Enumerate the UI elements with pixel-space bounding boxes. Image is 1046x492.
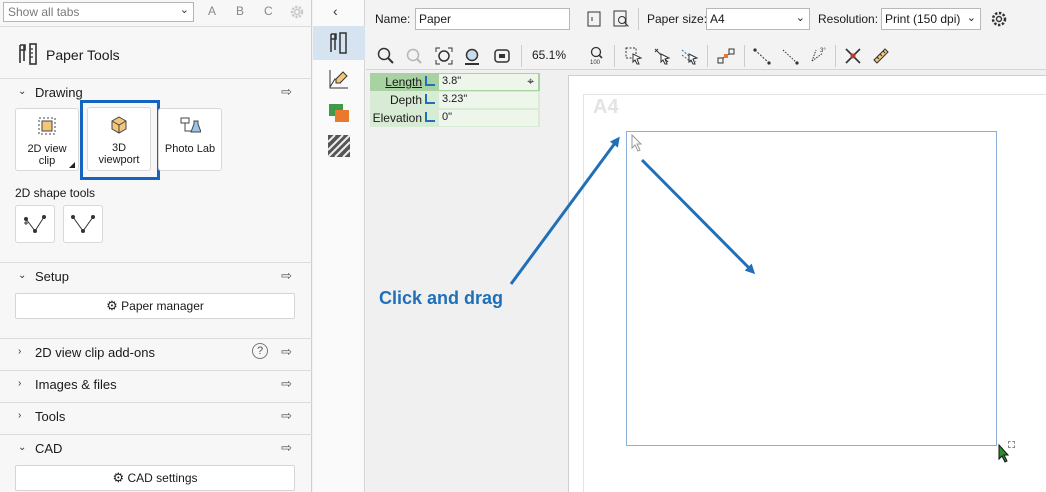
add-vertex-button[interactable]: [15, 205, 55, 243]
section-setup[interactable]: ⌄ Setup ⇨: [0, 262, 312, 290]
edit-vertex-icon: [71, 215, 95, 233]
paper-tools-icon: [19, 43, 37, 65]
hatch-icon: [327, 134, 351, 158]
section-label: Tools: [35, 409, 66, 424]
button-label: viewport: [98, 154, 140, 166]
divider: [0, 26, 312, 27]
chevron-right-icon: ›: [18, 346, 22, 357]
chevron-down-icon: ⌄: [18, 442, 27, 453]
button-label: CAD settings: [127, 471, 198, 485]
section-tools[interactable]: › Tools ⇨: [0, 402, 312, 430]
chevron-down-icon: ⌄: [18, 86, 27, 97]
chevron-down-icon: ⌄: [179, 4, 189, 16]
cad-settings-button[interactable]: ⚙ CAD settings: [15, 465, 295, 491]
arrow-to-start: [509, 136, 620, 285]
section-images-files[interactable]: › Images & files ⇨: [0, 370, 312, 398]
tool-tab-strip: ‹: [313, 0, 365, 492]
gear-icon[interactable]: [288, 3, 306, 21]
button-label: Paper manager: [121, 299, 204, 313]
add-vertex-icon: [24, 215, 46, 233]
arrow-drag-direction: [640, 158, 756, 275]
app-window: Show all tabs ⌄ A B C Paper Tools ⌄ Draw…: [0, 0, 1046, 492]
chevron-right-icon: ›: [18, 378, 22, 389]
edit-vertex-button[interactable]: [63, 205, 103, 243]
photo-lab-icon: [180, 117, 202, 133]
section-label: Images & files: [35, 377, 117, 392]
shape-tools-label: 2D shape tools: [15, 186, 96, 200]
click-and-drag-annotation: Click and drag: [379, 288, 504, 308]
collapse-panel-icon[interactable]: ‹: [333, 3, 338, 19]
gear-icon: ⚙: [106, 298, 118, 313]
button-label: Photo Lab: [164, 143, 216, 155]
chevron-down-icon: ⌄: [18, 270, 27, 281]
paper-tools-panel: Show all tabs ⌄ A B C Paper Tools ⌄ Draw…: [0, 0, 312, 492]
button-label: 2D view: [27, 143, 67, 155]
tab-filter-dropdown[interactable]: Show all tabs ⌄: [3, 2, 194, 22]
export-icon[interactable]: ⇨: [281, 440, 292, 456]
export-icon[interactable]: ⇨: [281, 268, 292, 284]
tab-materials[interactable]: [313, 96, 365, 130]
tab-paper-tools[interactable]: [313, 26, 365, 60]
filter-b[interactable]: B: [236, 4, 244, 18]
filter-c[interactable]: C: [264, 4, 273, 18]
section-cad[interactable]: ⌄ CAD ⇨: [0, 434, 312, 462]
help-icon[interactable]: ?: [252, 343, 268, 359]
tab-textures[interactable]: [313, 130, 365, 164]
button-label: 3D: [111, 142, 127, 154]
tab-filter-value: Show all tabs: [8, 5, 80, 19]
2d-view-clip-button[interactable]: 2D view clip: [15, 108, 79, 171]
cube-icon: [111, 116, 127, 134]
annotation-arrows: [509, 136, 756, 285]
paper-tools-icon: [330, 32, 347, 54]
export-icon[interactable]: ⇨: [281, 376, 292, 392]
section-label: 2D view clip add-ons: [35, 345, 155, 360]
section-label: CAD: [35, 441, 63, 456]
export-icon[interactable]: ⇨: [281, 408, 292, 424]
dropdown-corner-icon: [69, 162, 75, 168]
chevron-right-icon: ›: [18, 410, 22, 421]
filter-a[interactable]: A: [208, 4, 216, 18]
3d-viewport-button[interactable]: 3D viewport: [87, 107, 151, 171]
section-label: Drawing: [35, 85, 83, 100]
main-area: Name: Paper Paper size: A4 ⌄ Resolution:…: [366, 0, 1046, 492]
draw-tools-icon: [329, 70, 348, 89]
section-label: Setup: [35, 269, 69, 284]
panel-title: Paper Tools: [46, 47, 120, 63]
view-clip-icon: [38, 117, 56, 135]
tab-draw-tools[interactable]: [313, 62, 365, 96]
export-icon[interactable]: ⇨: [281, 344, 292, 360]
gear-icon: ⚙: [112, 470, 125, 485]
export-icon[interactable]: ⇨: [281, 84, 292, 100]
paper-manager-button[interactable]: ⚙ Paper manager: [15, 293, 295, 319]
layers-icon: [329, 104, 349, 122]
photo-lab-button[interactable]: Photo Lab: [158, 108, 222, 171]
section-2d-view-clip-add-ons[interactable]: › 2D view clip add-ons ? ⇨: [0, 338, 312, 366]
